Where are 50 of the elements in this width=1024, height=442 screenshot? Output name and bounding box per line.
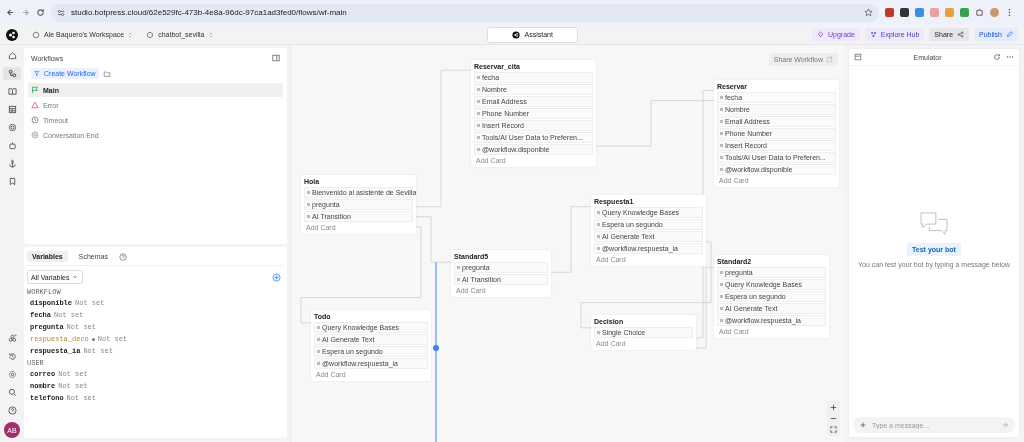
dots-icon	[869, 31, 877, 38]
share-icon	[957, 31, 965, 38]
connection-line[interactable]	[433, 261, 439, 442]
diamond-icon	[816, 31, 824, 38]
chevron-icon	[208, 31, 213, 38]
folder-icon[interactable]	[102, 69, 111, 78]
fit-view-icon[interactable]	[829, 425, 838, 434]
chevron-icon	[128, 31, 133, 38]
status-dot	[91, 337, 95, 341]
bookmark-star-icon[interactable]	[864, 8, 873, 17]
clock-icon	[31, 116, 39, 124]
profile-avatar[interactable]	[990, 8, 999, 17]
circle-icon	[32, 30, 40, 39]
target-icon[interactable]	[7, 123, 17, 132]
workflow-icon[interactable]	[7, 69, 17, 78]
zoom-in-icon[interactable]	[829, 403, 838, 412]
site-settings-icon[interactable]	[57, 8, 65, 17]
add-variable-icon[interactable]	[272, 272, 281, 282]
help-icon[interactable]	[118, 252, 127, 261]
refresh-icon[interactable]	[993, 53, 1001, 61]
collapse-panel-icon[interactable]	[272, 54, 280, 62]
flag-icon	[31, 86, 39, 94]
history-icon[interactable]	[7, 352, 17, 361]
anchor-icon[interactable]	[7, 159, 17, 168]
external-link-icon	[826, 56, 833, 63]
warning-icon	[31, 101, 39, 109]
chevron-down-icon	[71, 273, 80, 281]
logo-icon	[511, 30, 520, 39]
help-icon[interactable]	[7, 406, 17, 415]
robot-icon[interactable]	[7, 141, 17, 150]
more-icon[interactable]	[1006, 53, 1014, 61]
integrations-icon[interactable]	[7, 334, 17, 343]
address-bar[interactable]: studio.botpress.cloud/62e529fc-473b-4e8a-96dc-97ca1ad3fed0/flows/wf-main	[51, 3, 879, 22]
table-icon[interactable]	[7, 105, 17, 114]
home-icon[interactable]	[7, 51, 17, 60]
puzzle-icon[interactable]	[975, 8, 984, 17]
forward-icon[interactable]	[21, 8, 30, 17]
panel-icon[interactable]	[854, 53, 862, 61]
logo-icon[interactable]	[6, 28, 18, 41]
url-text: studio.botpress.cloud/62e529fc-473b-4e8a-96dc-97ca1ad3fed0/flows/wf-main	[71, 8, 348, 17]
bookmark-icon[interactable]	[7, 177, 17, 186]
add-icon[interactable]	[859, 421, 867, 429]
stop-icon	[31, 131, 39, 139]
hexagon-icon	[146, 30, 155, 39]
settings-icon[interactable]	[7, 370, 17, 379]
book-icon[interactable]	[7, 87, 17, 96]
back-icon[interactable]	[6, 8, 15, 17]
chat-bubbles-icon	[920, 211, 948, 238]
search-icon[interactable]	[7, 388, 17, 397]
reload-icon[interactable]	[36, 8, 45, 17]
